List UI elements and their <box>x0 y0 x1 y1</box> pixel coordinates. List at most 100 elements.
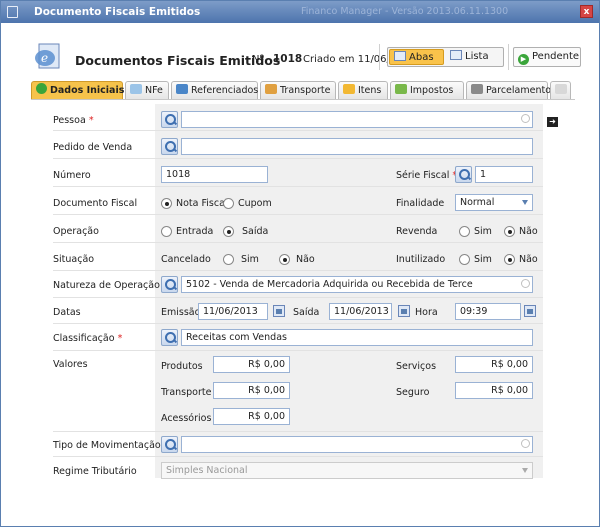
clear-icon[interactable] <box>521 114 530 123</box>
tab-referenciados[interactable]: Referenciados <box>171 81 258 100</box>
serie-input[interactable]: 1 <box>475 166 533 183</box>
nota-fiscal-option: Nota Fiscal <box>176 198 228 209</box>
tabs-view-icon <box>394 51 406 61</box>
close-button[interactable]: x <box>580 5 593 18</box>
inutilizado-nao-radio[interactable] <box>504 254 515 265</box>
divider <box>508 44 509 70</box>
revenda-sim-radio[interactable] <box>459 226 470 237</box>
documento-label: Documento Fiscal <box>53 198 138 209</box>
box-icon <box>343 84 355 94</box>
document-number: 1018 <box>273 53 303 65</box>
cancelado-sim-option: Sim <box>241 254 259 265</box>
emissao-label: Emissão <box>161 307 201 318</box>
nota-fiscal-radio[interactable] <box>161 198 172 209</box>
search-icon[interactable] <box>455 166 472 183</box>
clear-icon[interactable] <box>521 279 530 288</box>
hora-label: Hora <box>415 307 438 318</box>
pessoa-lookup <box>161 111 533 128</box>
cancelado-label: Cancelado <box>161 254 211 265</box>
cancelado-sim-radio[interactable] <box>223 254 234 265</box>
calendar-icon[interactable] <box>398 305 410 317</box>
acessorios-label: Acessórios <box>161 413 212 424</box>
tab-itens[interactable]: Itens <box>338 81 388 100</box>
title-bar: Documento Fiscais Emitidos Financo Manag… <box>1 1 599 23</box>
inutilizado-nao-option: Não <box>519 254 538 265</box>
natureza-input[interactable]: 5102 - Venda de Mercadoria Adquirida ou … <box>181 276 533 293</box>
servicos-input[interactable]: R$ 0,00 <box>455 356 533 373</box>
clock-icon[interactable] <box>524 305 536 317</box>
cupom-option: Cupom <box>238 198 272 209</box>
row-divider <box>53 186 543 187</box>
add-icon <box>36 83 47 94</box>
row-divider <box>53 270 543 271</box>
row-divider <box>53 350 543 351</box>
numero-input[interactable]: 1018 <box>161 166 268 183</box>
tab-parcelamento[interactable]: Parcelamento <box>466 81 551 100</box>
cancelado-nao-option: Não <box>296 254 315 265</box>
inutilizado-sim-option: Sim <box>474 254 492 265</box>
entrada-option: Entrada <box>176 226 214 237</box>
view-lista-button[interactable]: Lista <box>446 49 502 65</box>
serie-lookup: 1 <box>455 166 533 183</box>
emissao-input[interactable]: 11/06/2013 <box>198 303 268 320</box>
row-divider <box>53 431 543 432</box>
calendar-icon[interactable] <box>273 305 285 317</box>
row-divider <box>53 242 543 243</box>
saida-date-input[interactable]: 11/06/2013 <box>329 303 392 320</box>
tab-more[interactable] <box>550 81 571 100</box>
truck-icon <box>265 84 277 94</box>
cupom-radio[interactable] <box>223 198 234 209</box>
cancelado-nao-radio[interactable] <box>279 254 290 265</box>
search-icon[interactable] <box>161 111 178 128</box>
clear-icon[interactable] <box>521 439 530 448</box>
acessorios-input[interactable]: R$ 0,00 <box>213 408 290 425</box>
play-icon: ▶ <box>518 54 529 65</box>
operacao-label: Operação <box>53 226 99 237</box>
search-icon[interactable] <box>161 138 178 155</box>
movimentacao-input[interactable] <box>181 436 533 453</box>
finalidade-select[interactable]: Normal <box>455 194 533 211</box>
tab-impostos[interactable]: Impostos <box>390 81 464 100</box>
transporte-input[interactable]: R$ 0,00 <box>213 382 290 399</box>
saida-option: Saída <box>242 226 269 237</box>
natureza-label: Natureza de Operação * <box>53 280 168 291</box>
inutilizado-sim-radio[interactable] <box>459 254 470 265</box>
produtos-input[interactable]: R$ 0,00 <box>213 356 290 373</box>
chevron-down-icon <box>522 468 528 473</box>
classificacao-label: Classificação * <box>53 333 123 344</box>
status-pendente-button[interactable]: ▶ Pendente <box>513 47 581 67</box>
produtos-label: Produtos <box>161 361 203 372</box>
document-header: e Documentos Fiscais Emitidos Nº 1018 Cr… <box>21 36 581 76</box>
regime-select[interactable]: Simples Nacional <box>161 462 533 479</box>
hora-input[interactable]: 09:39 <box>455 303 521 320</box>
page-title: Documentos Fiscais Emitidos <box>75 53 281 68</box>
entrada-radio[interactable] <box>161 226 172 237</box>
tab-dados-iniciais[interactable]: Dados Iniciais <box>31 81 124 100</box>
view-abas-button[interactable]: Abas <box>389 49 444 65</box>
valores-label: Valores <box>53 359 88 370</box>
dados-iniciais-panel: Pessoa * Pedido de Venda Número 1018 Sér… <box>53 104 545 484</box>
regime-label: Regime Tributário <box>53 466 137 477</box>
pedido-input[interactable] <box>181 138 533 155</box>
search-icon[interactable] <box>161 276 178 293</box>
seguro-input[interactable]: R$ 0,00 <box>455 382 533 399</box>
row-divider <box>53 158 543 159</box>
nfe-icon <box>130 84 142 94</box>
tab-transporte[interactable]: Transporte <box>260 81 336 100</box>
tab-nfe[interactable]: NFe <box>125 81 169 100</box>
app-version-title: Financo Manager - Versão 2013.06.11.1300 <box>301 6 509 17</box>
pessoa-input[interactable] <box>181 111 533 128</box>
seguro-label: Seguro <box>396 387 430 398</box>
movimentacao-label: Tipo de Movimentação * <box>53 440 168 451</box>
search-icon[interactable] <box>161 329 178 346</box>
revenda-nao-radio[interactable] <box>504 226 515 237</box>
natureza-lookup: 5102 - Venda de Mercadoria Adquirida ou … <box>161 276 533 293</box>
search-icon[interactable] <box>161 436 178 453</box>
numero-label: Número <box>53 170 91 181</box>
datas-label: Datas <box>53 307 81 318</box>
expand-arrow-icon[interactable]: ➜ <box>547 117 558 127</box>
classificacao-input[interactable]: Receitas com Vendas <box>181 329 533 346</box>
saida-radio[interactable] <box>223 226 234 237</box>
inutilizado-label: Inutilizado <box>396 254 446 265</box>
situacao-label: Situação <box>53 254 95 265</box>
